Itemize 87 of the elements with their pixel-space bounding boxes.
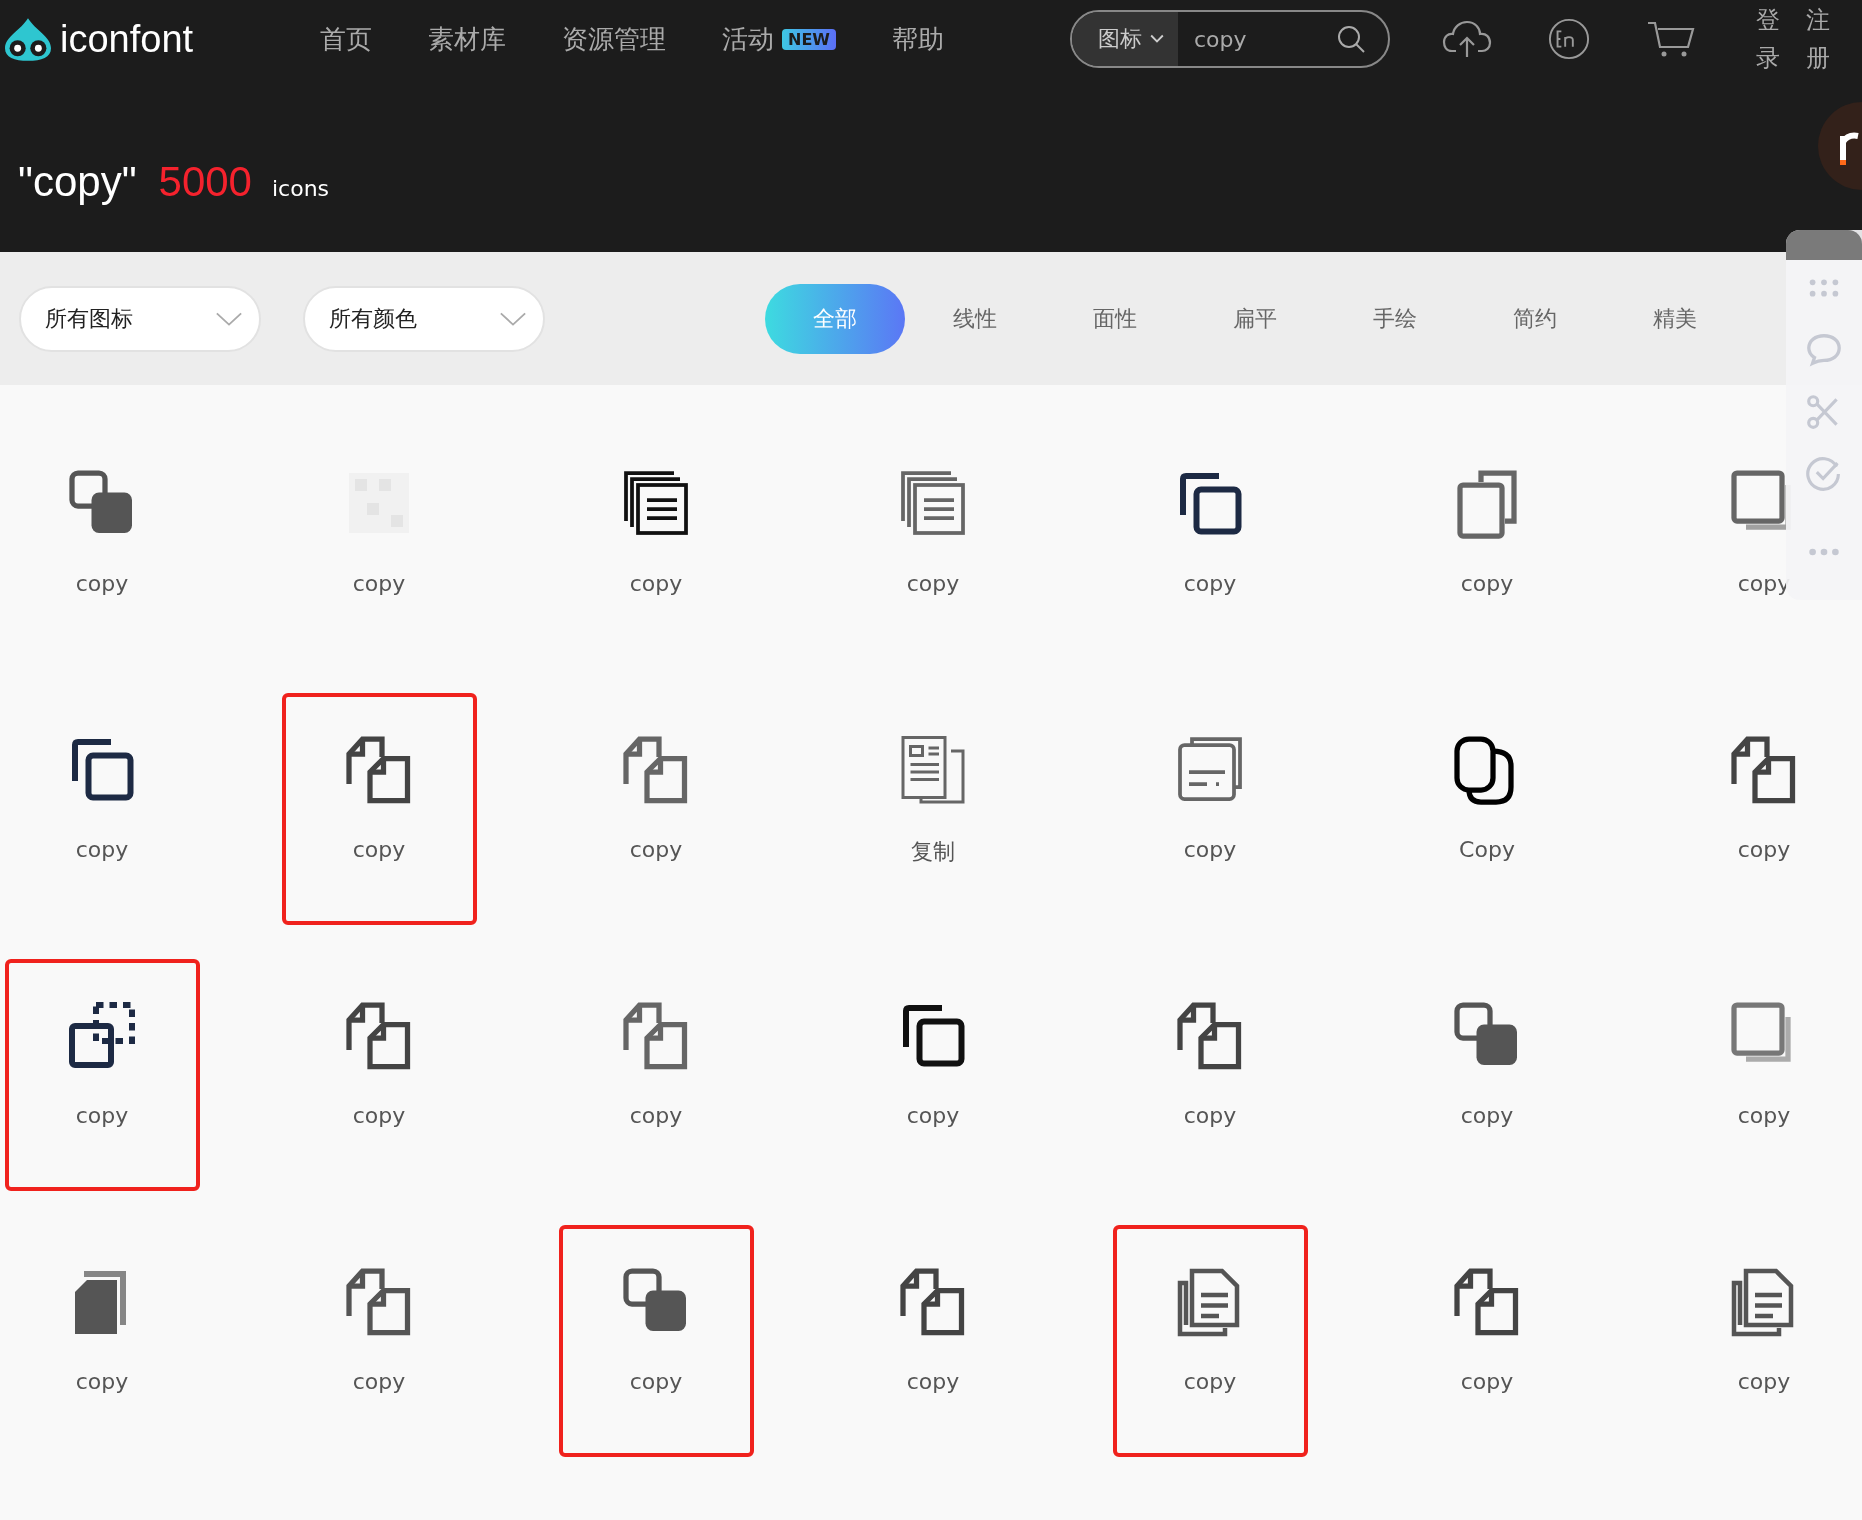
caret-icon: [1150, 34, 1164, 44]
icon-card[interactable]: copy: [281, 1225, 477, 1457]
icon-label: copy: [1460, 1103, 1514, 1128]
icon-label: copy: [1183, 1369, 1237, 1394]
icon-card[interactable]: copy: [558, 959, 754, 1191]
search-icon[interactable]: [1336, 24, 1366, 54]
icon-label: copy: [906, 571, 960, 596]
logo-text[interactable]: iconfont: [60, 17, 194, 61]
icon-label: copy: [1737, 571, 1791, 596]
icon-label: copy: [1460, 1369, 1514, 1394]
icon-card[interactable]: copy: [1389, 959, 1585, 1191]
icon-card[interactable]: copy: [1389, 1225, 1585, 1457]
search-field[interactable]: 图标 copy: [1070, 10, 1390, 68]
login-link[interactable]: 登录: [1756, 0, 1780, 78]
dashed-square-copy-icon: [66, 999, 138, 1071]
toolbar-handle[interactable]: [1786, 230, 1862, 260]
caret-icon: [215, 310, 243, 327]
icon-card[interactable]: copy: [1666, 1225, 1862, 1457]
icon-card[interactable]: copy: [1666, 427, 1862, 659]
style-tab[interactable]: 手绘: [1325, 283, 1465, 354]
icon-label: copy: [906, 1103, 960, 1128]
icon-label: copy: [629, 837, 683, 862]
icon-card[interactable]: copy: [1112, 959, 1308, 1191]
nav-link[interactable]: 活动 NEW: [722, 21, 836, 57]
icon-label: copy: [1460, 571, 1514, 596]
style-tab[interactable]: 线性: [905, 283, 1045, 354]
icon-card[interactable]: copy: [4, 959, 200, 1191]
icon-card[interactable]: 复制: [835, 693, 1031, 925]
icon-label: copy: [75, 571, 129, 596]
icon-card[interactable]: copy: [4, 427, 200, 659]
icon-label: copy: [906, 1369, 960, 1394]
icon-label: copy: [75, 1103, 129, 1128]
icon-label: copy: [629, 1103, 683, 1128]
icon-label: copy: [352, 1369, 406, 1394]
icon-card[interactable]: copy: [281, 427, 477, 659]
icon-card[interactable]: copy: [558, 427, 754, 659]
icon-label: copy: [629, 1369, 683, 1394]
caret-icon: [499, 310, 527, 327]
icon-card[interactable]: copy: [835, 427, 1031, 659]
icon-card[interactable]: copy: [835, 1225, 1031, 1457]
register-link[interactable]: 注册: [1806, 0, 1830, 78]
nav-link[interactable]: 素材库: [428, 21, 506, 57]
filter-dropdown[interactable]: 所有图标: [19, 285, 261, 352]
icon-label: copy: [75, 837, 129, 862]
result-count: 5000: [158, 158, 252, 206]
cloud-upload-icon[interactable]: [1442, 18, 1492, 60]
icon-card[interactable]: copy: [835, 959, 1031, 1191]
icon-card[interactable]: copy: [281, 693, 477, 925]
check-circle-icon[interactable]: [1805, 456, 1843, 492]
nav-link[interactable]: 首页: [320, 21, 372, 57]
icon-label: 复制: [911, 838, 955, 866]
icon-label: copy: [1183, 571, 1237, 596]
icon-label: copy: [352, 1103, 406, 1128]
nav-link[interactable]: 帮助: [891, 21, 944, 57]
chat-bubble-icon[interactable]: [1805, 332, 1843, 368]
icon-label: copy: [352, 571, 406, 596]
search-type-dropdown[interactable]: 图标: [1072, 12, 1178, 66]
icon-card[interactable]: copy: [558, 693, 754, 925]
style-tab[interactable]: 精美: [1605, 283, 1745, 354]
icon-card[interactable]: copy: [558, 1225, 754, 1457]
icon-label: copy: [1737, 1369, 1791, 1394]
icon-card[interactable]: copy: [1112, 693, 1308, 925]
style-tab[interactable]: 简约: [1465, 283, 1605, 354]
style-tab[interactable]: 面性: [1045, 283, 1185, 354]
icon-card[interactable]: copy: [4, 693, 200, 925]
filter-dropdown[interactable]: 所有颜色: [303, 285, 545, 352]
nav-link[interactable]: 资源管理: [562, 21, 666, 57]
icon-card[interactable]: copy: [1112, 427, 1308, 659]
new-badge: NEW: [782, 28, 836, 50]
icon-label: copy: [75, 1369, 129, 1394]
icon-card[interactable]: copy: [281, 959, 477, 1191]
style-tab[interactable]: 扁平: [1185, 283, 1325, 354]
icon-card[interactable]: copy: [1666, 959, 1862, 1191]
icon-card[interactable]: copy: [1389, 427, 1585, 659]
icon-label: copy: [1737, 837, 1791, 862]
icon-card[interactable]: copy: [1112, 1225, 1308, 1457]
icon-card[interactable]: Copy: [1389, 693, 1585, 925]
search-query-title: "copy": [18, 158, 137, 206]
icon-label: copy: [629, 571, 683, 596]
icon-card[interactable]: copy: [4, 1225, 200, 1457]
icon-card[interactable]: copy: [1666, 693, 1862, 925]
icon-label: copy: [1183, 1103, 1237, 1128]
icon-label: copy: [1737, 1103, 1791, 1128]
icon-label: Copy: [1459, 837, 1515, 862]
icon-label: copy: [352, 837, 406, 862]
result-unit: icons: [272, 176, 330, 201]
icon-label: copy: [1183, 837, 1237, 862]
